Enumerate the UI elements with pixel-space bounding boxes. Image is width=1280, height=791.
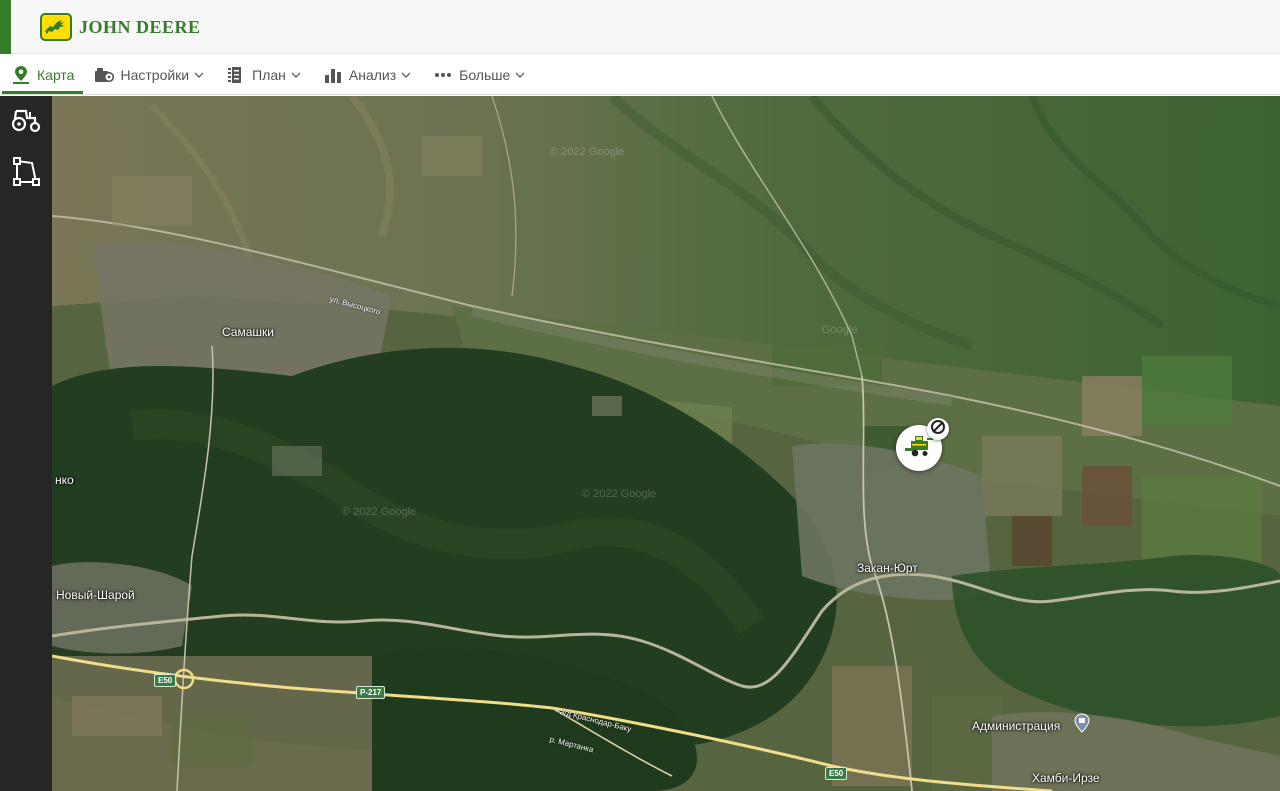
- brand-name: JOHN DEERE: [79, 16, 201, 37]
- machine-status-badge: [927, 418, 949, 440]
- road-shield-e50: E50: [825, 767, 848, 780]
- nav-item-plan[interactable]: План: [215, 55, 312, 94]
- main-nav: Карта Настройки План Анализ Больше: [0, 55, 1280, 95]
- deer-logo-icon: [40, 13, 72, 41]
- boundary-icon: [12, 156, 40, 192]
- chevron-down-icon: [515, 70, 525, 80]
- map-watermark: © 2022 Google: [550, 146, 625, 158]
- map-sidebar: [0, 96, 52, 791]
- road-shield-e50: E50: [154, 674, 177, 687]
- map-label-edge: нко: [55, 473, 74, 487]
- chevron-down-icon: [194, 70, 204, 80]
- nav-label-more: Больше: [459, 66, 511, 83]
- map-watermark: Google: [822, 324, 858, 336]
- tractor-icon: [10, 107, 42, 138]
- plan-icon: [226, 65, 246, 85]
- satellite-map[interactable]: © 2022 Google Google © 2022 Google © 202…: [52, 96, 1280, 791]
- map-watermark: © 2022 Google: [582, 488, 657, 500]
- map-label-administration: Администрация: [972, 719, 1061, 733]
- more-icon: [433, 65, 453, 85]
- nav-label-map: Карта: [37, 66, 75, 83]
- nav-item-map[interactable]: Карта: [0, 55, 84, 94]
- chevron-down-icon: [401, 70, 411, 80]
- map-label-novy-sharoy: Новый-Шарой: [56, 588, 135, 602]
- settings-icon: [94, 65, 115, 85]
- nav-label-plan: План: [252, 66, 286, 83]
- road-shield-r217: Р-217: [356, 686, 386, 699]
- map-pin-icon: [11, 65, 31, 85]
- nav-label-settings: Настройки: [120, 66, 190, 83]
- header-accent-bar: [0, 0, 11, 54]
- nav-item-more[interactable]: Больше: [422, 55, 536, 94]
- map-label-khambi-irze: Хамби-Ирзе: [1032, 771, 1100, 785]
- no-connection-icon: [930, 419, 946, 440]
- john-deere-logo[interactable]: JOHN DEERE: [40, 12, 201, 42]
- satellite-imagery: [52, 96, 1280, 791]
- building-pin-icon[interactable]: [1074, 713, 1090, 733]
- nav-label-analysis: Анализ: [348, 66, 397, 83]
- chevron-down-icon: [291, 70, 301, 80]
- nav-item-analysis[interactable]: Анализ: [312, 55, 422, 94]
- sidebar-item-boundaries[interactable]: [8, 156, 44, 192]
- map-label-zakan-yurt: Закан-Юрт: [857, 561, 918, 575]
- app-header: JOHN DEERE: [0, 0, 1280, 54]
- nav-item-settings[interactable]: Настройки: [83, 55, 215, 94]
- map-label-samashki: Самашки: [222, 325, 274, 339]
- sidebar-item-machines[interactable]: [8, 104, 44, 140]
- map-watermark: © 2022 Google: [342, 506, 417, 518]
- analysis-icon: [323, 65, 343, 85]
